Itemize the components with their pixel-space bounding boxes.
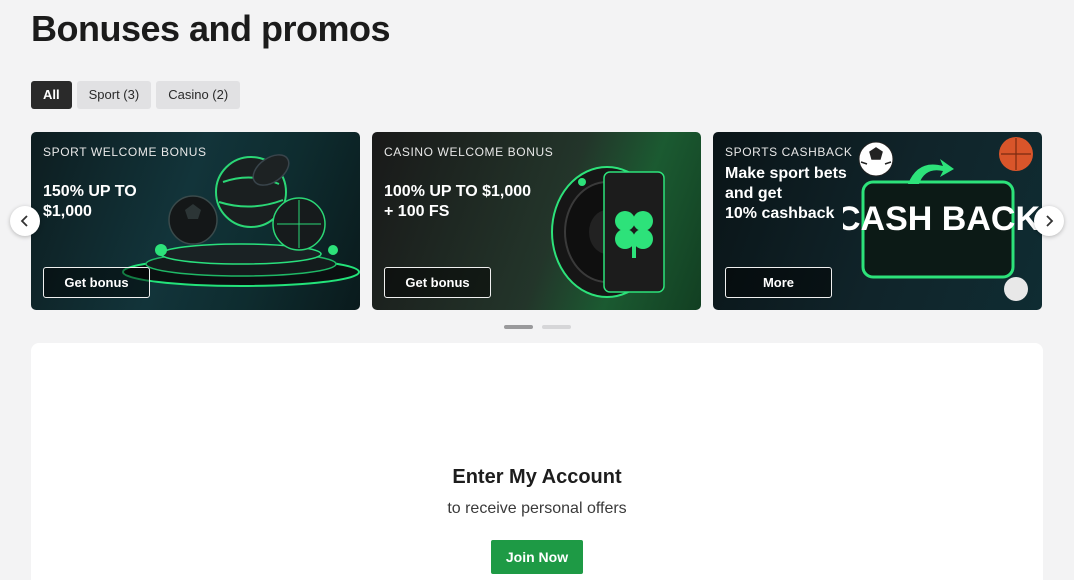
page-title: Bonuses and promos	[31, 8, 391, 49]
promo-kicker: SPORTS CASHBACK	[725, 145, 853, 159]
filter-all[interactable]: All	[31, 81, 72, 109]
promo-kicker: CASINO WELCOME BONUS	[384, 145, 554, 159]
get-bonus-button[interactable]: Get bonus	[43, 267, 150, 298]
filter-sport[interactable]: Sport (3)	[76, 81, 152, 109]
promo-carousel: SPORT WELCOME BONUS 150% UP TO $1,000 Ge…	[31, 132, 1043, 310]
chevron-left-icon	[20, 215, 28, 227]
carousel-next-button[interactable]	[1034, 206, 1064, 236]
join-now-button[interactable]: Join Now	[491, 540, 583, 574]
promo-card-casino-welcome[interactable]: CASINO WELCOME BONUS 100% UP TO $1,000 +…	[372, 132, 701, 310]
promo-headline: 150% UP TO $1,000	[43, 183, 137, 220]
promo-headline: 100% UP TO $1,000 + 100 FS	[384, 183, 532, 220]
carousel-pagination	[504, 325, 571, 329]
carousel-dot-1[interactable]	[504, 325, 533, 329]
filter-tabs: All Sport (3) Casino (2)	[31, 81, 241, 109]
account-prompt-panel: Enter My Account to receive personal off…	[31, 343, 1043, 580]
promo-card-sport-welcome[interactable]: SPORT WELCOME BONUS 150% UP TO $1,000 Ge…	[31, 132, 360, 310]
roulette-clover-art	[551, 166, 665, 298]
account-subtitle: to receive personal offers	[447, 500, 627, 517]
more-button[interactable]: More	[725, 267, 832, 298]
carousel-dot-2[interactable]	[542, 325, 571, 329]
carousel-prev-button[interactable]	[10, 206, 40, 236]
promo-card-sports-cashback[interactable]: CASH BACK SPORTS CASHBACK Make sport bet…	[713, 132, 1042, 310]
filter-casino[interactable]: Casino (2)	[156, 81, 241, 109]
promo-kicker: SPORT WELCOME BONUS	[43, 145, 207, 159]
get-bonus-button[interactable]: Get bonus	[384, 267, 491, 298]
promo-headline: Make sport bets and get 10% cashback	[725, 165, 847, 222]
account-title: Enter My Account	[452, 466, 622, 488]
chevron-right-icon	[1046, 215, 1054, 227]
